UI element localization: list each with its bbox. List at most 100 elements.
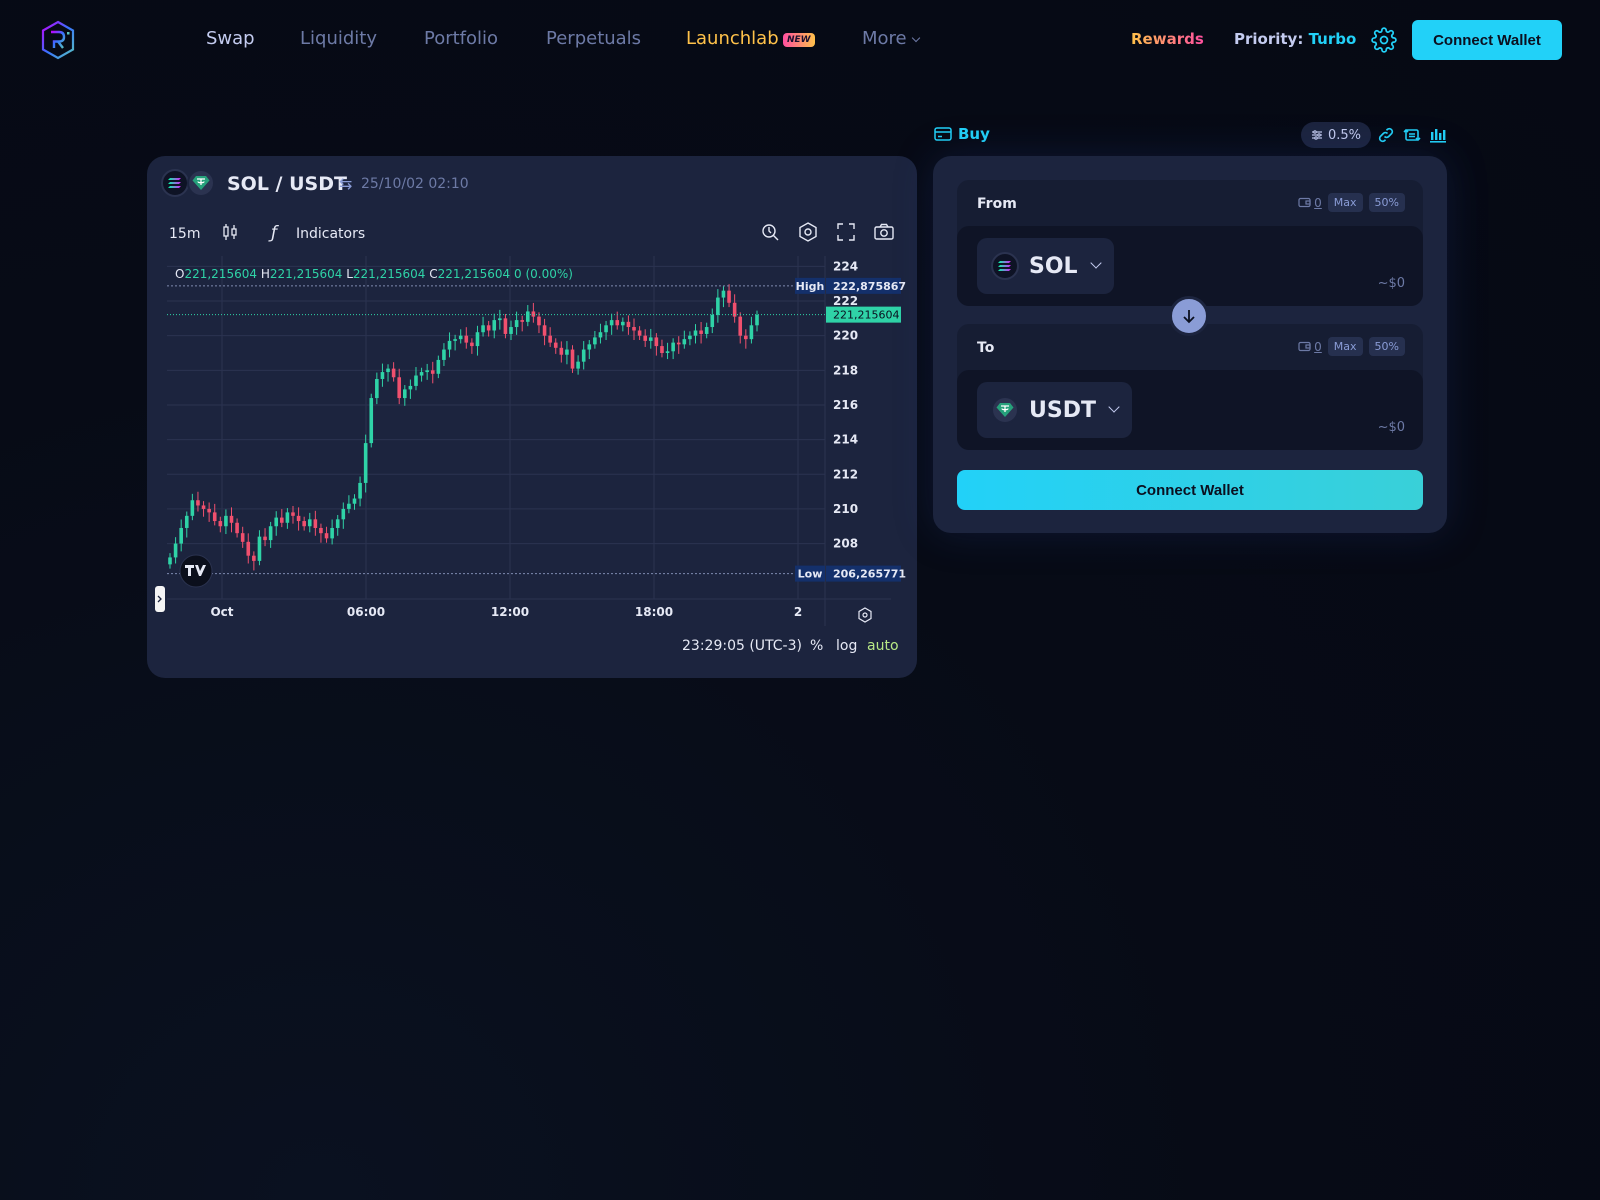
to-max-button[interactable]: Max [1327, 337, 1363, 356]
candle-body [738, 316, 743, 336]
candle-body [391, 368, 396, 378]
from-field: From 0 Max 50% SOL ~$0 [957, 180, 1423, 306]
card-icon [934, 127, 952, 141]
y-tick-label: 212 [833, 467, 858, 481]
from-input-area[interactable]: SOL ~$0 [957, 226, 1423, 306]
connect-wallet-button[interactable]: Connect Wallet [957, 470, 1423, 510]
candle-body [419, 372, 424, 376]
log-toggle[interactable]: log [836, 638, 857, 654]
priority-value: Turbo [1308, 30, 1357, 48]
percent-toggle[interactable]: % [810, 638, 823, 654]
from-balance[interactable]: 0 [1298, 196, 1322, 210]
candle-body [593, 337, 597, 345]
candle-body [615, 320, 620, 326]
candle-body [190, 500, 195, 516]
candle-body [688, 335, 692, 340]
candle-body [341, 508, 346, 520]
to-balance[interactable]: 0 [1298, 340, 1322, 354]
to-field: To 0 Max 50% USDT ~$0 [957, 324, 1423, 450]
high-value: 222,875867 [833, 280, 906, 293]
candle-body [436, 359, 441, 374]
raydium-logo[interactable] [40, 20, 76, 60]
ohlc-low: 221,215604 [352, 267, 426, 281]
candle-body [252, 555, 256, 561]
candle-body [632, 327, 636, 331]
priority-selector[interactable]: Priority: Turbo [1234, 30, 1356, 48]
candle-body [414, 375, 418, 386]
gear-icon[interactable] [1371, 27, 1397, 53]
axis-settings-icon[interactable] [858, 607, 872, 623]
candle-body [263, 536, 267, 541]
rewards-link[interactable]: Rewards [1131, 30, 1204, 48]
tradingview-logo-bg[interactable] [179, 554, 213, 588]
candle-body [330, 527, 334, 539]
to-token-name: USDT [1029, 397, 1096, 423]
candlestick-chart[interactable]: 224 222 220 218 216 214 212 210 208 Oct 06:00 12:00… [147, 156, 917, 678]
candle-body [755, 314, 759, 326]
from-max-button[interactable]: Max [1327, 193, 1363, 212]
candle-body [319, 527, 323, 534]
candle-body [637, 330, 642, 336]
candle-body [525, 311, 530, 322]
to-input-area[interactable]: USDT ~$0 [957, 370, 1423, 450]
candle-body [514, 320, 519, 328]
candle-body [654, 337, 659, 347]
candle-body [168, 557, 172, 565]
refresh-icon[interactable] [1402, 125, 1422, 145]
candle-body [749, 325, 754, 340]
candle-body [537, 316, 541, 326]
candle-body [184, 515, 189, 528]
candle-body [352, 498, 357, 504]
nav-liquidity[interactable]: Liquidity [300, 28, 377, 49]
candle-body [246, 541, 251, 556]
candle-body [492, 320, 497, 331]
candle-body [442, 349, 446, 360]
candle-body [302, 521, 306, 527]
candle-body [201, 505, 206, 509]
buy-link[interactable]: Buy [934, 125, 990, 143]
auto-toggle[interactable]: auto [867, 638, 899, 654]
from-controls: 0 Max 50% [1298, 193, 1405, 212]
from-token-selector[interactable]: SOL [977, 238, 1114, 294]
nav-swap[interactable]: Swap [206, 28, 255, 49]
ohlc-high: 221,215604 [269, 267, 343, 281]
chart-panel: SOL / USDT ⇆ 25/10/02 02:10 15m ƒ Indica… [147, 156, 917, 678]
slippage-button[interactable]: 0.5% [1301, 122, 1371, 148]
link-icon[interactable] [1376, 125, 1396, 145]
to-label: To [977, 340, 995, 356]
from-half-button[interactable]: 50% [1368, 193, 1405, 212]
ohlc-l-key: L [346, 267, 353, 281]
flip-direction-button[interactable] [1169, 296, 1209, 336]
to-controls: 0 Max 50% [1298, 337, 1405, 356]
candle-body [464, 335, 469, 343]
chart-clock[interactable]: 23:29:05 (UTC-3) [682, 638, 802, 654]
candle-body [224, 515, 228, 527]
candle-body [559, 347, 564, 355]
candle-body [403, 389, 407, 399]
nav-more[interactable]: More [862, 28, 920, 49]
arrow-down-icon [1183, 310, 1195, 324]
ohlc-open: 221,215604 [184, 267, 257, 281]
connect-wallet-button-top[interactable]: Connect Wallet [1412, 20, 1562, 60]
chevron-down-icon [1089, 257, 1102, 269]
candle-body [716, 297, 720, 315]
to-token-selector[interactable]: USDT [977, 382, 1132, 438]
nav-portfolio[interactable]: Portfolio [424, 28, 498, 49]
high-label: High [796, 280, 825, 293]
sidebar-toggle-tab[interactable] [155, 586, 165, 612]
candle-body [609, 320, 614, 326]
nav-perpetuals[interactable]: Perpetuals [546, 28, 641, 49]
candle-body [721, 290, 726, 298]
candle-body [285, 512, 290, 523]
to-half-button[interactable]: 50% [1368, 337, 1405, 356]
chart-bars-icon[interactable] [1428, 125, 1448, 145]
candle-body [660, 346, 664, 354]
x-tick-label: 18:00 [635, 605, 673, 619]
x-tick-label: Oct [210, 605, 233, 619]
y-tick-label: 218 [833, 363, 858, 377]
nav-launchlab[interactable]: Launchlab [686, 28, 779, 49]
priority-label: Priority: [1234, 30, 1304, 48]
candle-body [335, 519, 340, 528]
candle-body [587, 344, 592, 350]
candle-body [486, 325, 491, 331]
